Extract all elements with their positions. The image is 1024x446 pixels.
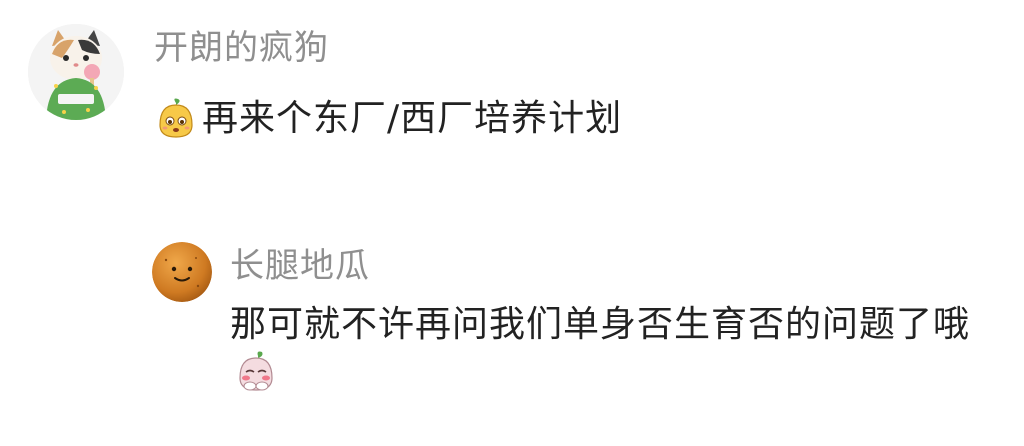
yellow-blob-emoji-icon: [154, 97, 198, 141]
comment-thread: { "comments": [ { "username": "开朗的疯狗", "…: [0, 0, 1024, 446]
reply-text: 那可就不许再问我们单身否生育否的问题了哦: [230, 302, 990, 394]
username[interactable]: 长腿地瓜: [230, 246, 990, 286]
cat-avatar-icon[interactable]: [28, 24, 124, 120]
comment-text-content: 再来个东厂/西厂培养计划: [202, 98, 623, 139]
reply-text-content: 那可就不许再问我们单身否生育否的问题了哦: [230, 304, 971, 345]
shy-blushing-emoji-icon: [234, 350, 278, 394]
potato-avatar-icon[interactable]: [152, 242, 212, 302]
reply-item: 长腿地瓜 那可就不许再问我们单身否生育否的问题了哦: [152, 240, 990, 394]
username[interactable]: 开朗的疯狗: [154, 28, 622, 68]
comment-text: 再来个东厂/西厂培养计划: [154, 96, 622, 142]
comment-item: 开朗的疯狗 再来个东厂/西厂培养计划: [28, 24, 622, 142]
